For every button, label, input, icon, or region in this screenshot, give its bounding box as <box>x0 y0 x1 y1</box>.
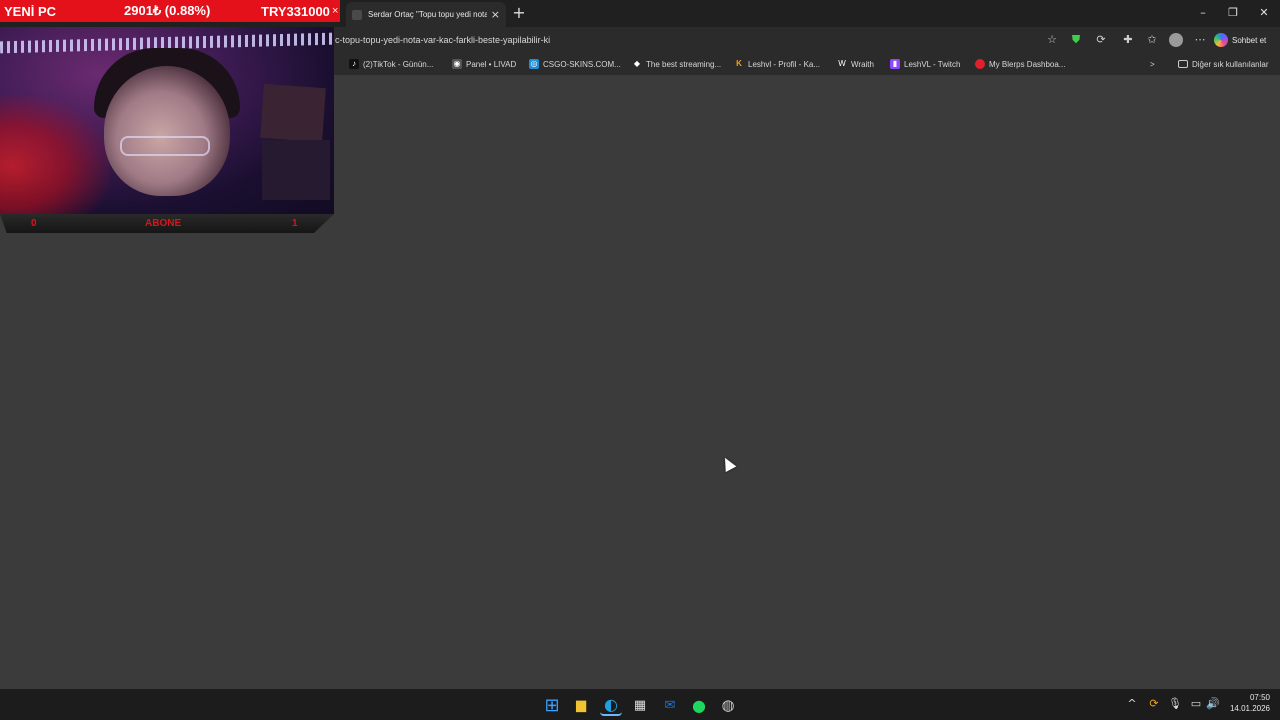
tray-overflow-chevron-icon[interactable]: ^ <box>1124 697 1140 710</box>
bookmarks-more-button[interactable]: > <box>1150 56 1155 72</box>
file-explorer-icon[interactable]: ▆ <box>570 694 592 716</box>
window-close-button[interactable]: ✕ <box>1249 4 1279 22</box>
browser-tab[interactable]: Serdar Ortaç "Topu topu yedi nota × <box>346 2 506 27</box>
blerp-icon <box>975 59 985 69</box>
bookmark-tiktok[interactable]: ♪ (2)TikTok - Günün... <box>349 56 433 72</box>
windows-start-icon[interactable]: ⊞ <box>541 694 563 716</box>
spotify-icon[interactable]: ● <box>688 694 710 716</box>
subscriber-goal-bar: 0 ABONE 1 <box>0 214 334 233</box>
bookmark-blerps[interactable]: My Blerps Dashboa... <box>975 56 1065 72</box>
twitch-icon: ▮ <box>890 59 900 69</box>
ticker-close-icon: × <box>332 5 339 17</box>
copilot-label: Sohbet et <box>1232 35 1267 45</box>
sub-count-current: 0 <box>31 218 37 229</box>
csgo-icon: ◎ <box>529 59 539 69</box>
network-icon[interactable]: ▭ <box>1188 697 1204 710</box>
donation-goal-ticker: YENİ PC 2901₺ (0.88%) TRY331000 × <box>0 0 340 22</box>
panel-icon: ◉ <box>452 59 462 69</box>
system-clock[interactable]: 07:50 14.01.2026 <box>1226 692 1270 714</box>
outlook-icon[interactable]: ✉ <box>659 694 681 716</box>
refresh-extension-icon[interactable]: ⟳ <box>1094 33 1108 47</box>
extensions-icon[interactable]: ✚ <box>1121 33 1135 47</box>
sub-goal-label: ABONE <box>145 218 182 229</box>
new-tab-button[interactable]: + <box>510 4 528 22</box>
address-bar[interactable]: c-topu-topu-yedi-nota-var-kac-farkli-bes… <box>331 30 1066 50</box>
favorite-star-icon[interactable]: ☆ <box>1045 33 1059 47</box>
folder-icon <box>1178 60 1188 68</box>
webcam-red-light <box>0 96 110 214</box>
webcam-person-glasses <box>120 136 210 156</box>
microphone-icon[interactable]: 🎙 <box>1167 697 1183 710</box>
wraith-icon: W <box>838 59 846 68</box>
other-favorites-folder[interactable]: Diğer sık kullanılanlar <box>1178 56 1268 72</box>
profile-avatar-icon[interactable] <box>1169 33 1183 47</box>
sub-count-target: 1 <box>292 218 298 229</box>
obs-icon[interactable]: ◍ <box>717 694 739 716</box>
sync-icon[interactable]: ⟳ <box>1146 697 1162 710</box>
webcam-person <box>104 66 230 196</box>
webcam-poster <box>260 83 326 143</box>
shield-extension-icon[interactable]: ⛊ <box>1069 33 1083 47</box>
bookmark-twitch[interactable]: ▮ LeshVL - Twitch <box>890 56 960 72</box>
bookmark-wraith[interactable]: W Wraith <box>837 56 874 72</box>
webcam-poster-lower <box>262 140 330 200</box>
restore-button[interactable]: ❐ <box>1218 4 1248 22</box>
bookmark-csgo-skins[interactable]: ◎ CSGO-SKINS.COM... <box>529 56 621 72</box>
bookmark-streaming[interactable]: ◆ The best streaming... <box>632 56 721 72</box>
more-options-icon[interactable]: ⋯ <box>1193 33 1207 47</box>
minimize-button[interactable]: – <box>1188 4 1218 22</box>
goal-target: TRY331000 <box>261 3 330 19</box>
bookmark-kick-profile[interactable]: K Leshvl - Profil - Ka... <box>734 56 820 72</box>
edge-icon[interactable]: ◐ <box>600 694 622 716</box>
tab-close-icon[interactable]: × <box>491 8 500 21</box>
bookmark-panel-livad[interactable]: ◉ Panel • LIVAD <box>452 56 516 72</box>
streaming-icon: ◆ <box>633 59 641 68</box>
tab-favicon <box>352 9 362 20</box>
tab-title: Serdar Ortaç "Topu topu yedi nota <box>368 10 487 19</box>
copilot-icon <box>1214 33 1228 47</box>
copilot-chat-button[interactable]: Sohbet et <box>1214 31 1276 49</box>
microsoft-store-icon[interactable]: ▦ <box>629 694 651 716</box>
goal-title: YENİ PC <box>4 3 57 19</box>
tiktok-icon: ♪ <box>349 59 359 69</box>
volume-icon[interactable]: 🔊 <box>1205 697 1221 710</box>
goal-progress: 2901₺ (0.88%) <box>124 3 211 18</box>
favorites-icon[interactable]: ✩ <box>1145 33 1159 47</box>
clock-date: 14.01.2026 <box>1229 704 1270 713</box>
kick-icon: K <box>736 59 742 68</box>
clock-time: 07:50 <box>1249 693 1270 702</box>
